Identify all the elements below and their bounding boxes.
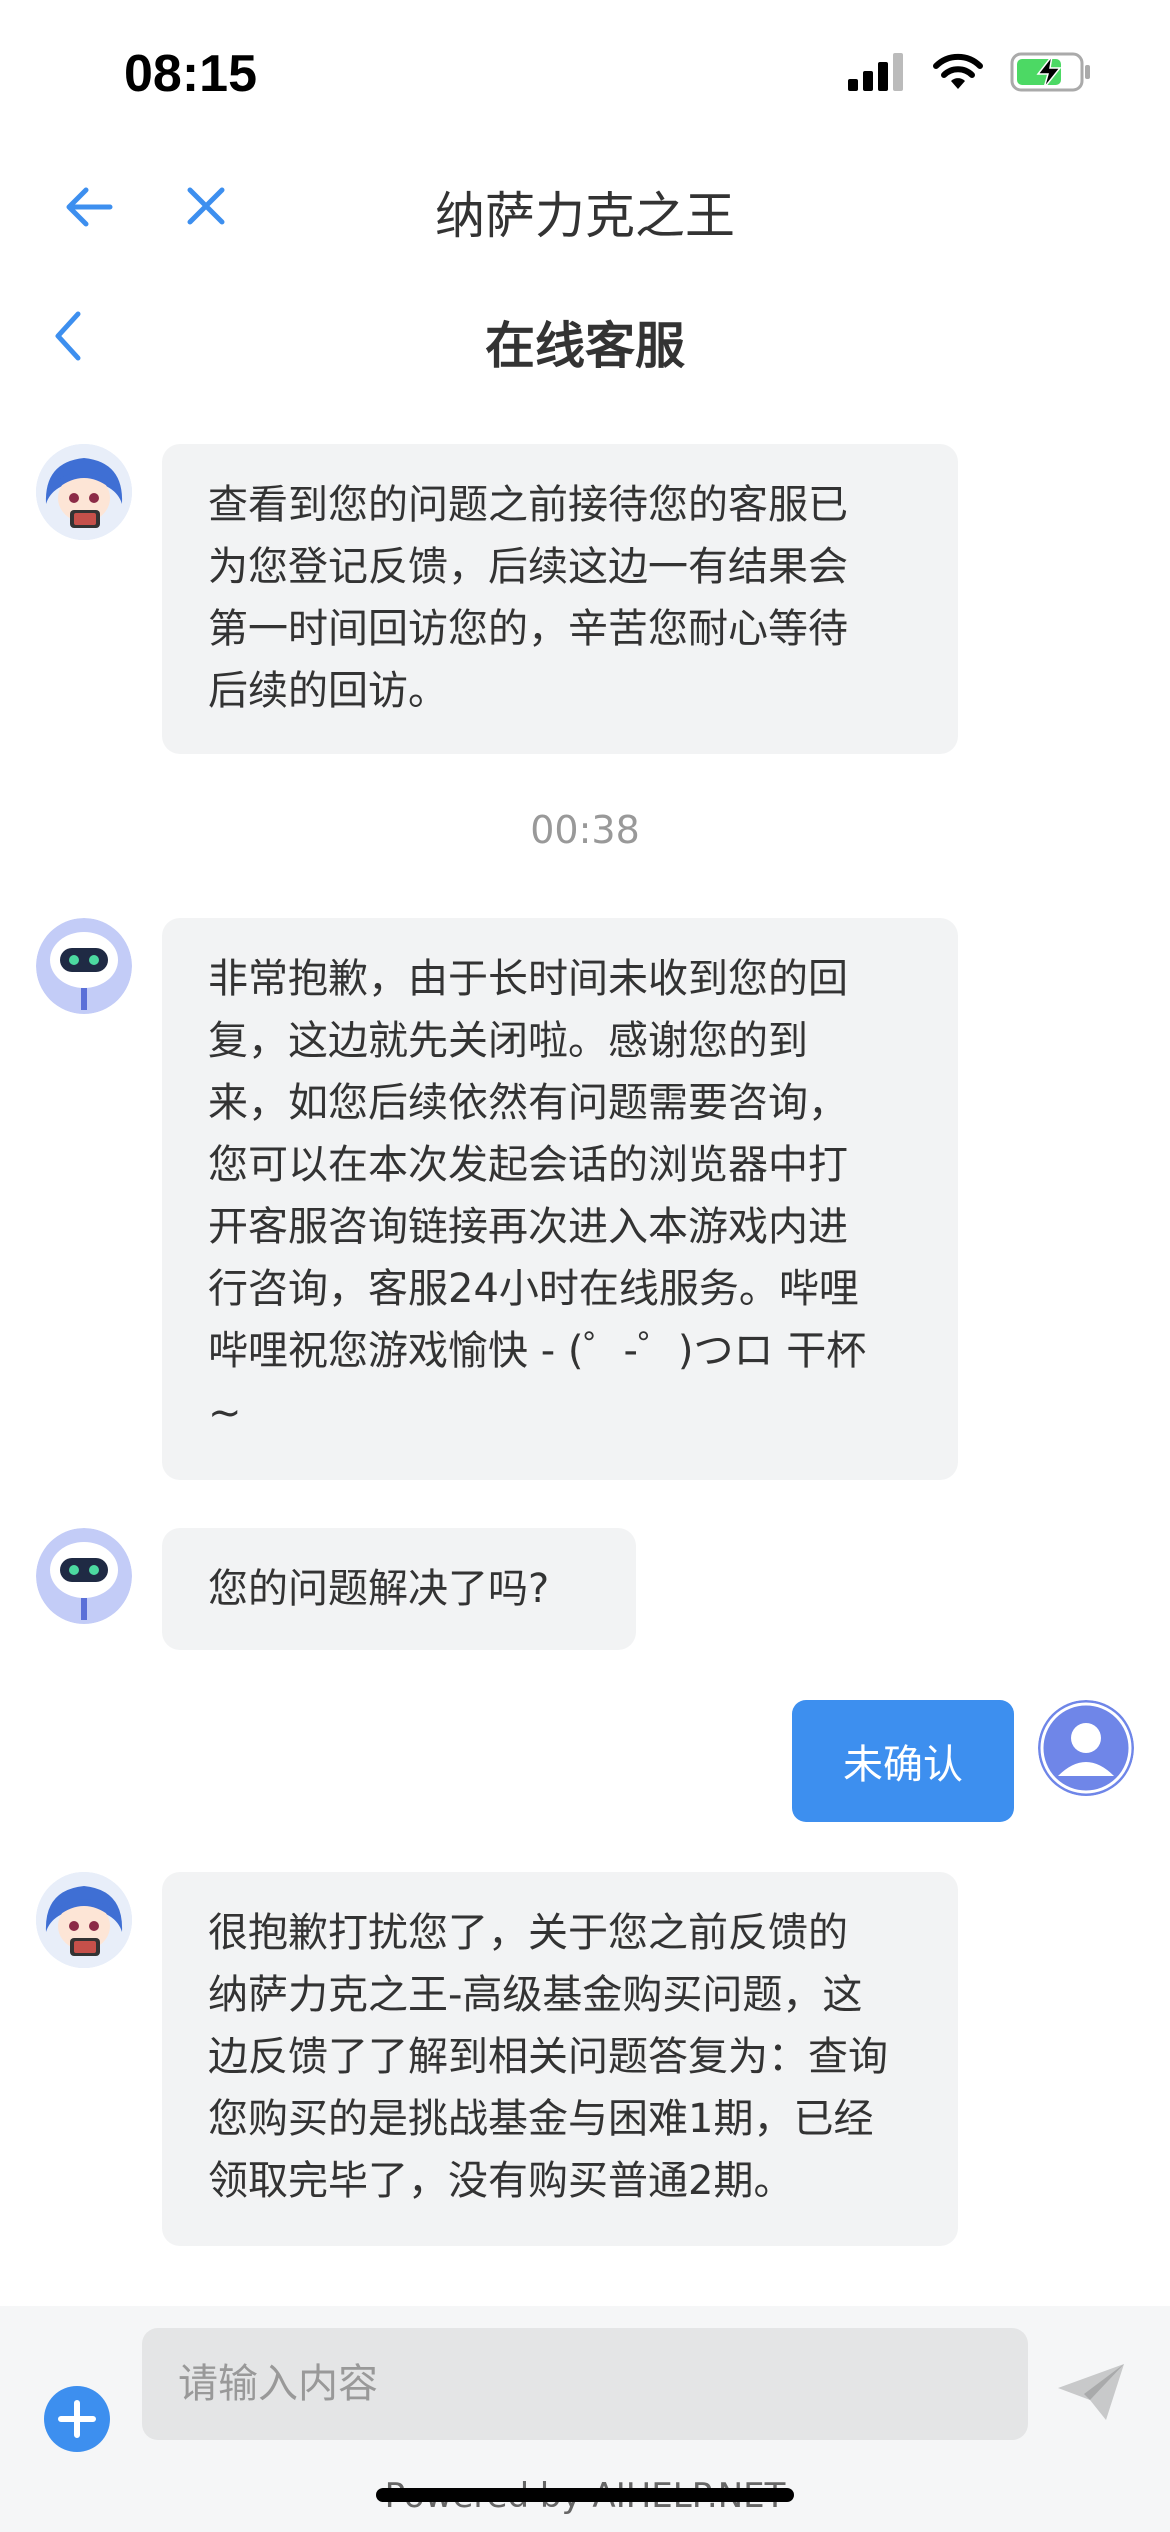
message-input[interactable]: 请输入内容 — [142, 2328, 1028, 2440]
agent-avatar — [36, 444, 132, 540]
user-message-bubble: 未确认 — [792, 1700, 1014, 1822]
message-bubble: 您的问题解决了吗? — [162, 1528, 636, 1650]
send-button[interactable] — [1056, 2362, 1126, 2426]
status-icons — [848, 52, 1092, 92]
bot-avatar — [36, 918, 132, 1014]
home-indicator — [376, 2488, 794, 2502]
status-time: 08:15 — [124, 45, 257, 103]
send-icon — [1058, 2364, 1124, 2420]
add-button[interactable] — [44, 2386, 110, 2456]
battery-charging-icon — [1010, 52, 1090, 92]
message-timestamp: 00:38 — [530, 808, 640, 852]
browser-title: 纳萨力克之王 — [435, 187, 735, 245]
plus-icon — [44, 2386, 110, 2452]
browser-bar: 纳萨力克之王 — [0, 150, 1170, 265]
user-avatar — [1038, 1700, 1134, 1796]
message-bubble: 查看到您的问题之前接待您的客服已 为您登记反馈，后续这边一有结果会 第一时间回访… — [162, 444, 958, 754]
message-bubble: 很抱歉打扰您了，关于您之前反馈的 纳萨力克之王-高级基金购买问题，这 边反馈了了… — [162, 1872, 958, 2246]
page-title: 在线客服 — [485, 317, 685, 375]
bot-avatar — [36, 1528, 132, 1624]
page-header: 在线客服 — [0, 280, 1170, 390]
status-bar: 08:15 — [0, 0, 1170, 150]
wifi-icon — [933, 53, 983, 89]
signal-icon — [848, 53, 903, 91]
message-bubble: 非常抱歉，由于长时间未收到您的回 复，这边就先关闭啦。感谢您的到 来，如您后续依… — [162, 918, 958, 1480]
agent-avatar — [36, 1872, 132, 1968]
